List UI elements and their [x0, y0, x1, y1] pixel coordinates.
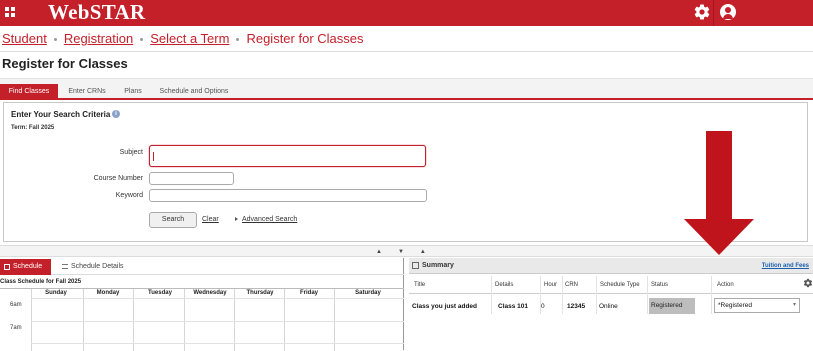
- keyword-label: Keyword: [115, 192, 143, 199]
- tab-schedule-details[interactable]: Schedule Details: [58, 259, 138, 275]
- summary-icon: [412, 262, 419, 269]
- course-number-label: Course Number: [93, 175, 143, 182]
- advanced-search-triangle-icon: [235, 217, 238, 221]
- term-label: Term: Fall 2025: [11, 125, 55, 131]
- tab-schedule[interactable]: Schedule: [0, 259, 51, 275]
- keyword-input[interactable]: [149, 189, 427, 202]
- day-saturday: Saturday: [355, 290, 381, 296]
- breadcrumb: Student Registration Select a Term Register…: [2, 31, 364, 49]
- day-friday: Friday: [299, 290, 318, 296]
- divider: [0, 51, 813, 52]
- row-hour: 0: [541, 303, 545, 310]
- header-separator: [409, 293, 813, 294]
- breadcrumb-student[interactable]: Student: [2, 31, 47, 46]
- search-button[interactable]: Search: [149, 212, 197, 228]
- breadcrumb-current: Register for Classes: [246, 31, 364, 46]
- list-icon: [62, 264, 68, 269]
- search-heading: Enter Your Search Criteria: [11, 110, 111, 119]
- down-arrow-icon: [684, 131, 754, 255]
- row-crn: 12345: [567, 303, 586, 310]
- tab-schedule-options[interactable]: Schedule and Options: [150, 84, 238, 99]
- action-select[interactable]: *Registered ▾: [714, 298, 800, 313]
- day-tuesday: Tuesday: [148, 290, 172, 296]
- breadcrumb-select-term[interactable]: Select a Term: [150, 31, 229, 46]
- col-title: Title: [414, 282, 426, 288]
- tab-enter-crns[interactable]: Enter CRNs: [58, 84, 116, 99]
- col-hour: Hour: [544, 282, 558, 288]
- col-action: Action: [717, 282, 734, 288]
- tab-plans[interactable]: Plans: [116, 84, 150, 99]
- col-crn: CRN: [565, 282, 578, 288]
- day-monday: Monday: [96, 290, 120, 296]
- gear-icon[interactable]: [693, 3, 711, 21]
- day-thursday: Thursday: [246, 290, 274, 296]
- row-details: Class 101: [498, 303, 528, 310]
- settings-gear-icon[interactable]: [803, 278, 813, 288]
- breadcrumb-registration[interactable]: Registration: [64, 31, 133, 46]
- schedule-grid: Sunday Monday Tuesday Wednesday Thursday…: [0, 288, 404, 351]
- col-schedule-type: Schedule Type: [600, 282, 640, 288]
- summary-title: Summary: [422, 262, 454, 269]
- tab-find-classes[interactable]: Find Classes: [0, 84, 58, 99]
- user-icon[interactable]: [720, 4, 736, 20]
- hour-6am: 6am: [10, 302, 22, 308]
- day-sunday: Sunday: [45, 290, 67, 296]
- col-details: Details: [495, 282, 514, 288]
- clear-link[interactable]: Clear: [202, 216, 219, 223]
- calendar-icon: [4, 264, 10, 270]
- row-schedule-type: Online: [599, 303, 618, 310]
- apps-grid-icon[interactable]: [5, 7, 15, 17]
- schedule-tabs: Schedule Schedule Details: [0, 258, 404, 275]
- hour-7am: 7am: [10, 325, 22, 331]
- page-title: Register for Classes: [2, 56, 128, 71]
- splitter-grip[interactable]: ▲▼▲: [376, 249, 436, 255]
- topbar-separator: [713, 0, 714, 26]
- subject-label: Subject: [119, 149, 143, 156]
- top-bar: WebSTAR: [0, 0, 813, 26]
- chevron-down-icon: ▾: [792, 302, 796, 308]
- tab-underline: [0, 98, 813, 100]
- course-number-input[interactable]: [149, 172, 234, 185]
- app-title[interactable]: WebSTAR: [48, 0, 145, 24]
- advanced-search-link[interactable]: Advanced Search: [242, 216, 297, 223]
- status-badge: Registered: [649, 298, 695, 314]
- tuition-fees-link[interactable]: Tuition and Fees: [762, 258, 809, 274]
- summary-panel: Summary Tuition and Fees Title Details H…: [409, 258, 813, 350]
- subject-input[interactable]: [149, 145, 426, 167]
- summary-header: Summary Tuition and Fees: [409, 258, 813, 274]
- row-title: Class you just added: [412, 303, 478, 310]
- schedule-title: Class Schedule for Fall 2025: [0, 279, 82, 285]
- schedule-panel: Schedule Schedule Details Class Schedule…: [0, 258, 404, 351]
- col-status: Status: [651, 282, 669, 288]
- day-wednesday: Wednesday: [193, 290, 227, 296]
- info-icon[interactable]: i: [112, 110, 120, 118]
